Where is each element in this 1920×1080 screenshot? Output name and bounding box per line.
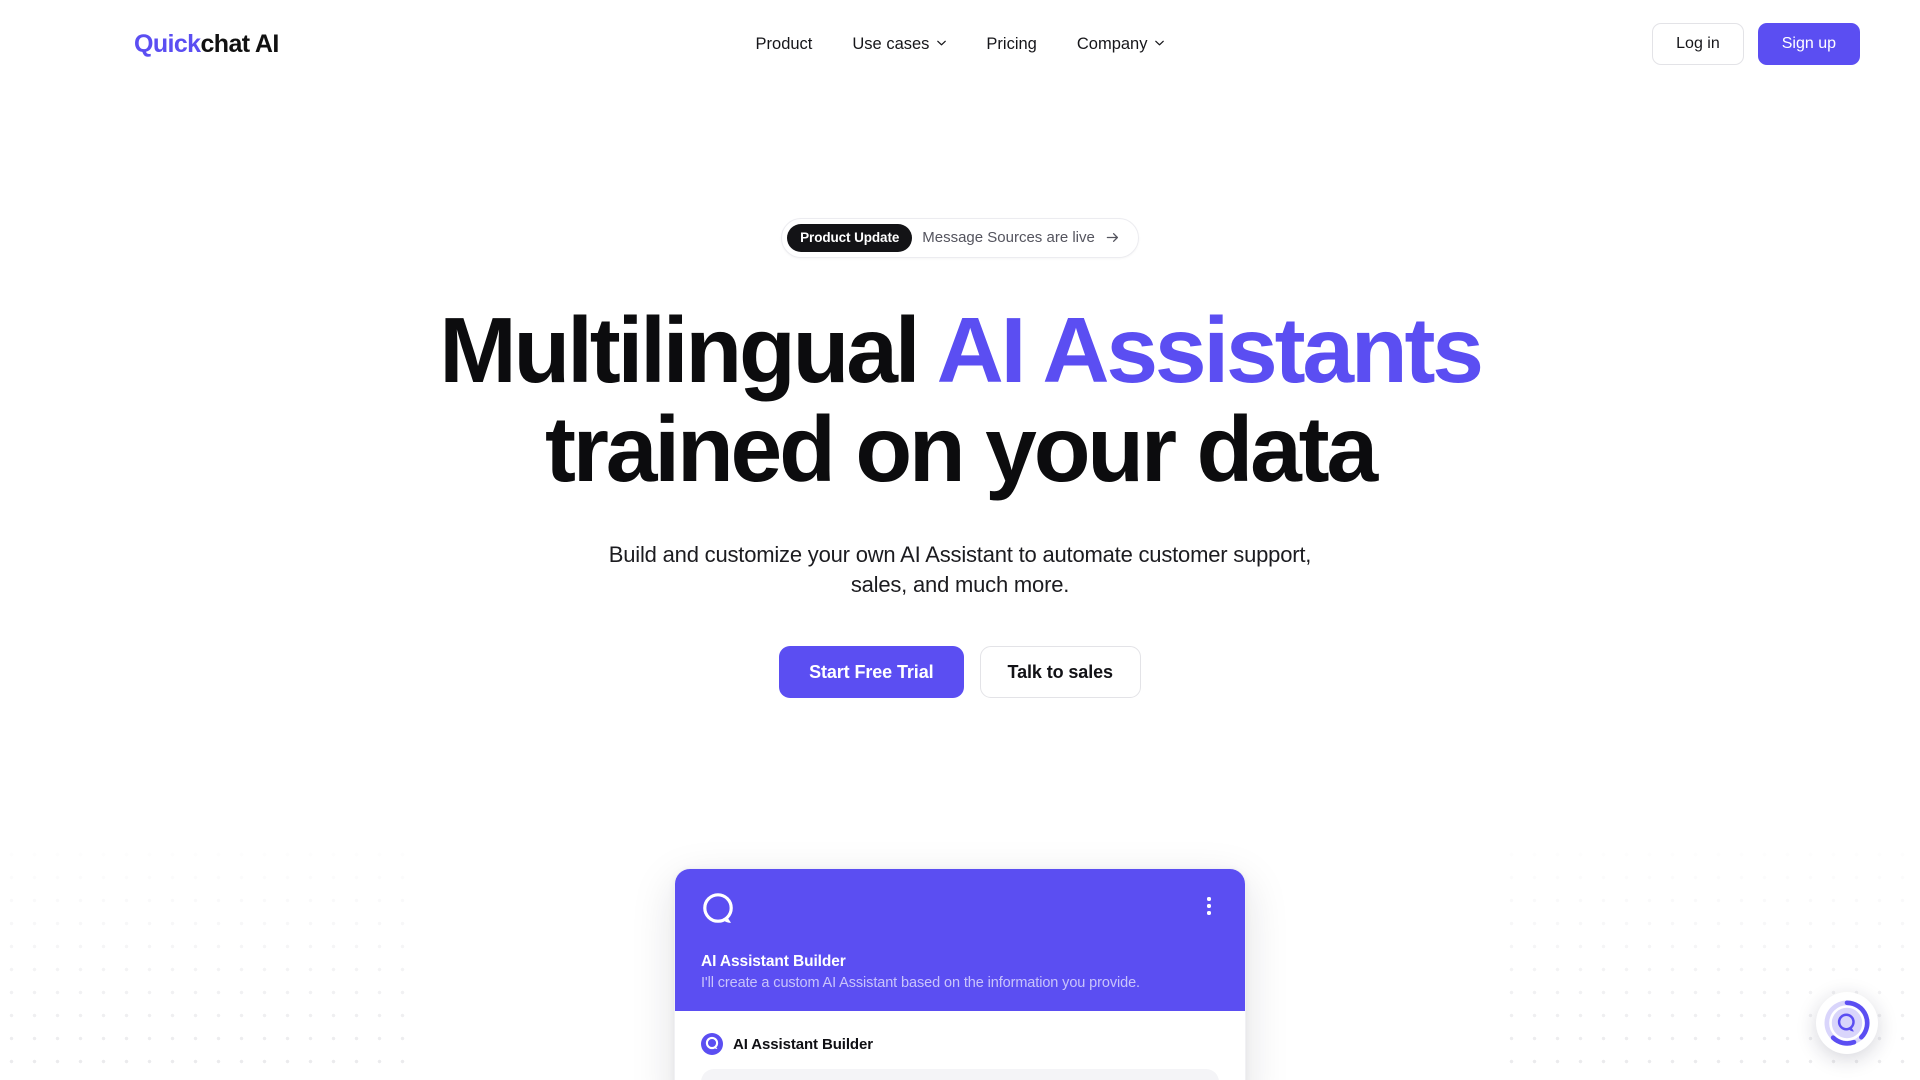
talk-to-sales-button[interactable]: Talk to sales: [979, 645, 1141, 698]
nav-item-pricing[interactable]: Pricing: [986, 36, 1036, 53]
chat-widget-preview: AI Assistant Builder I'll create a custo…: [674, 868, 1246, 1080]
quickchat-q-avatar-icon: [701, 1033, 723, 1055]
nav-item-pricing-label: Pricing: [986, 34, 1037, 53]
login-button[interactable]: Log in: [1652, 23, 1744, 65]
chat-launcher-button[interactable]: [1816, 992, 1878, 1054]
chat-widget-topbar: [701, 891, 1219, 937]
start-free-trial-button[interactable]: Start Free Trial: [779, 645, 964, 698]
hero-section: Product Update Message Sources are live …: [0, 88, 1920, 698]
hero-title-line1-plain: Multilingual: [439, 297, 937, 402]
hero-title-line2: trained on your data: [545, 397, 1378, 501]
chat-widget-body: AI Assistant Builder: [675, 1011, 1245, 1080]
quickchat-q-icon: [701, 891, 737, 931]
main-navigation: Product Use cases Pricing Company: [756, 36, 1165, 53]
chevron-down-icon: [936, 38, 946, 48]
nav-item-use-cases[interactable]: Use cases: [852, 36, 946, 53]
nav-item-use-cases-label: Use cases: [852, 34, 930, 53]
nav-item-product[interactable]: Product: [756, 36, 813, 53]
product-update-text: Message Sources are live: [922, 229, 1095, 247]
page-title: Multilingual AI Assistants trained on yo…: [0, 297, 1920, 501]
nav-item-company[interactable]: Company: [1077, 36, 1165, 53]
background-pattern-left: [0, 820, 420, 1080]
nav-item-company-label: Company: [1076, 34, 1148, 53]
chat-widget-header: AI Assistant Builder I'll create a custo…: [675, 869, 1245, 1011]
chat-message-sender: AI Assistant Builder: [733, 1035, 873, 1053]
nav-item-product-label: Product: [755, 34, 813, 53]
product-update-badge: Product Update: [787, 224, 913, 252]
site-header: Quickchat AI Product Use cases Pricing C…: [0, 0, 1920, 88]
chevron-down-icon: [1154, 38, 1164, 48]
kebab-menu-icon[interactable]: [1199, 895, 1219, 917]
chat-widget-subtitle: I'll create a custom AI Assistant based …: [701, 975, 1140, 991]
quickchat-launcher-icon: [1820, 996, 1874, 1050]
brand-logo-rest: chat AI: [200, 29, 279, 58]
hero-title-line1-accent: AI Assistants: [936, 297, 1484, 402]
product-update-banner[interactable]: Product Update Message Sources are live: [781, 218, 1139, 258]
chat-widget-title: AI Assistant Builder: [701, 953, 846, 970]
brand-logo-accent: Quick: [134, 29, 201, 58]
chat-widget-card: AI Assistant Builder I'll create a custo…: [674, 868, 1246, 1080]
brand-logo[interactable]: Quickchat AI: [134, 29, 279, 58]
hero-cta-group: Start Free Trial Talk to sales: [0, 645, 1920, 698]
signup-button[interactable]: Sign up: [1757, 23, 1860, 65]
arrow-right-icon: [1105, 230, 1120, 245]
hero-subtitle: Build and customize your own AI Assistan…: [608, 541, 1312, 597]
chat-message-bubble: [701, 1069, 1219, 1080]
header-actions: Log in Sign up: [1652, 23, 1860, 65]
chat-message-header: AI Assistant Builder: [701, 1033, 1219, 1055]
